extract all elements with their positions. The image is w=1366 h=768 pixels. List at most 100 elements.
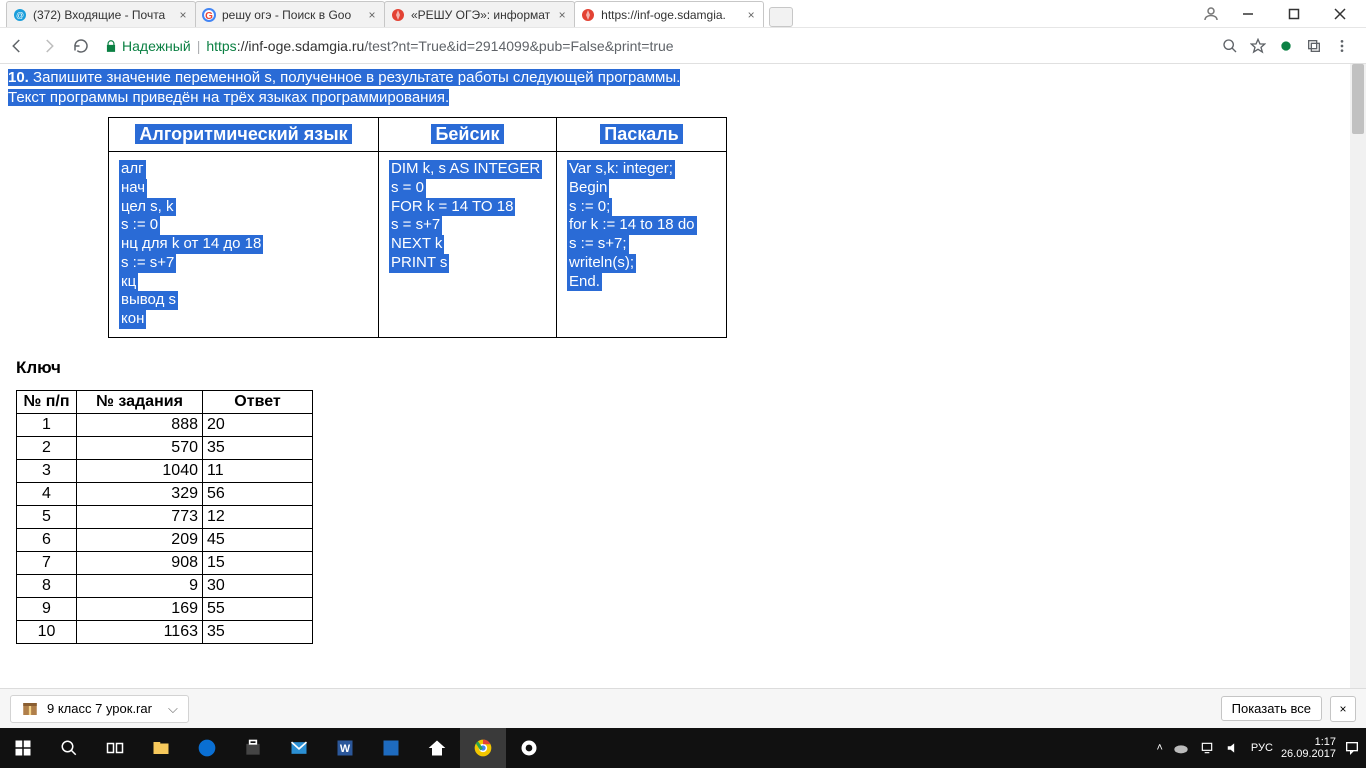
code-header-alg: Алгоритмический язык [135,124,351,144]
volume-icon[interactable] [1225,741,1241,755]
secure-label: Надежный [122,38,191,54]
language-indicator[interactable]: РУС [1251,742,1273,754]
ans-header-task: № задания [77,390,203,413]
url-host: ://inf-oge.sdamgia.ru [237,38,365,54]
tabs-icon[interactable] [1306,38,1324,54]
taskview-icon[interactable] [92,728,138,768]
tray-chevron-icon[interactable]: ˄ [1156,742,1162,754]
site-favicon-icon [581,8,595,22]
tab-title: решу огэ - Поиск в Goo [222,8,360,22]
browser-tab-mail[interactable]: @ (372) Входящие - Почта × [6,1,196,27]
close-icon[interactable]: × [745,8,757,22]
secure-badge: Надежный [104,38,191,54]
clock-time: 1:17 [1281,736,1336,748]
browser-tab-active[interactable]: https://inf-oge.sdamgia. × [574,1,764,27]
cell-ans: 20 [203,413,313,436]
code-line: алг [119,160,146,179]
cell-task: 773 [77,505,203,528]
cell-ans: 11 [203,459,313,482]
downloads-close-icon[interactable]: × [1330,696,1356,722]
code-cell-basic: DIM k, s AS INTEGERs = 0FOR k = 14 TO 18… [379,152,557,338]
svg-text:W: W [340,743,351,755]
minimize-icon[interactable] [1226,1,1270,27]
chevron-down-icon[interactable]: ⌵ [168,701,178,717]
google-favicon-icon: G [202,8,216,22]
notifications-icon[interactable] [1344,740,1360,756]
download-item[interactable]: 9 класс 7 урок.rar ⌵ [10,695,189,723]
code-line: вывод s [119,291,178,310]
extension-icon[interactable] [1278,38,1296,54]
back-icon[interactable] [8,37,30,55]
clock[interactable]: 1:17 26.09.2017 [1281,736,1336,760]
home-icon[interactable] [414,728,460,768]
account-icon[interactable] [1198,1,1224,27]
browser-tab-google[interactable]: G решу огэ - Поиск в Goo × [195,1,385,27]
cell-n: 7 [17,551,77,574]
reload-icon[interactable] [72,37,94,55]
cell-ans: 30 [203,574,313,597]
browser-tab-reshuoge[interactable]: «РЕШУ ОГЭ»: информат × [384,1,575,27]
close-icon[interactable]: × [177,8,189,22]
code-line: нач [119,179,147,198]
key-heading: Ключ [16,358,1358,378]
code-header-basic: Бейсик [431,124,503,144]
app-icon[interactable] [368,728,414,768]
forward-icon[interactable] [40,37,62,55]
code-line: FOR k = 14 TO 18 [389,198,515,217]
window-close-icon[interactable] [1318,1,1362,27]
cell-task: 9 [77,574,203,597]
svg-text:G: G [205,11,213,22]
show-all-downloads-button[interactable]: Показать все [1221,696,1322,721]
cell-task: 209 [77,528,203,551]
star-icon[interactable] [1250,38,1268,54]
search-icon[interactable] [46,728,92,768]
cell-task: 888 [77,413,203,436]
page-body: 10. Запишите значение переменной s, полу… [0,64,1366,652]
omnibox[interactable]: Надежный | https://inf-oge.sdamgia.ru/te… [104,38,1212,54]
menu-icon[interactable] [1334,38,1352,54]
cell-ans: 15 [203,551,313,574]
code-line: DIM k, s AS INTEGER [389,160,542,179]
table-row: 188820 [17,413,313,436]
cell-n: 2 [17,436,77,459]
network-icon[interactable] [1199,741,1215,755]
close-icon[interactable]: × [556,8,568,22]
download-filename: 9 класс 7 урок.rar [47,701,152,716]
code-cell-pascal: Var s,k: integer;Begins := 0;for k := 14… [557,152,727,338]
table-row: 432956 [17,482,313,505]
taskbar-left: W [0,728,552,768]
edge-icon[interactable] [184,728,230,768]
lock-icon [104,39,118,53]
code-line: нц для k от 14 до 18 [119,235,263,254]
cell-n: 3 [17,459,77,482]
problem-number: 10. [8,69,29,86]
maximize-icon[interactable] [1272,1,1316,27]
app2-icon[interactable] [506,728,552,768]
cell-n: 4 [17,482,77,505]
cell-n: 10 [17,620,77,643]
cell-n: 5 [17,505,77,528]
scrollbar[interactable] [1350,64,1366,688]
tab-title: (372) Входящие - Почта [33,8,171,22]
code-line: PRINT s [389,254,449,273]
word-icon[interactable]: W [322,728,368,768]
table-row: 916955 [17,597,313,620]
svg-text:@: @ [16,11,24,20]
close-icon[interactable]: × [366,8,378,22]
code-line: s := s+7; [567,235,629,254]
new-tab-button[interactable] [769,7,793,27]
onedrive-icon[interactable] [1173,742,1189,754]
explorer-icon[interactable] [138,728,184,768]
scroll-thumb[interactable] [1352,64,1364,134]
code-table: Алгоритмический язык Бейсик Паскаль алгн… [108,117,727,338]
code-line: NEXT k [389,235,444,254]
ans-header-n: № п/п [17,390,77,413]
window-controls [1198,1,1366,27]
store-icon[interactable] [230,728,276,768]
zoom-icon[interactable] [1222,38,1240,54]
clock-date: 26.09.2017 [1281,748,1336,760]
cell-ans: 12 [203,505,313,528]
chrome-icon[interactable] [460,728,506,768]
mail-icon[interactable] [276,728,322,768]
start-icon[interactable] [0,728,46,768]
